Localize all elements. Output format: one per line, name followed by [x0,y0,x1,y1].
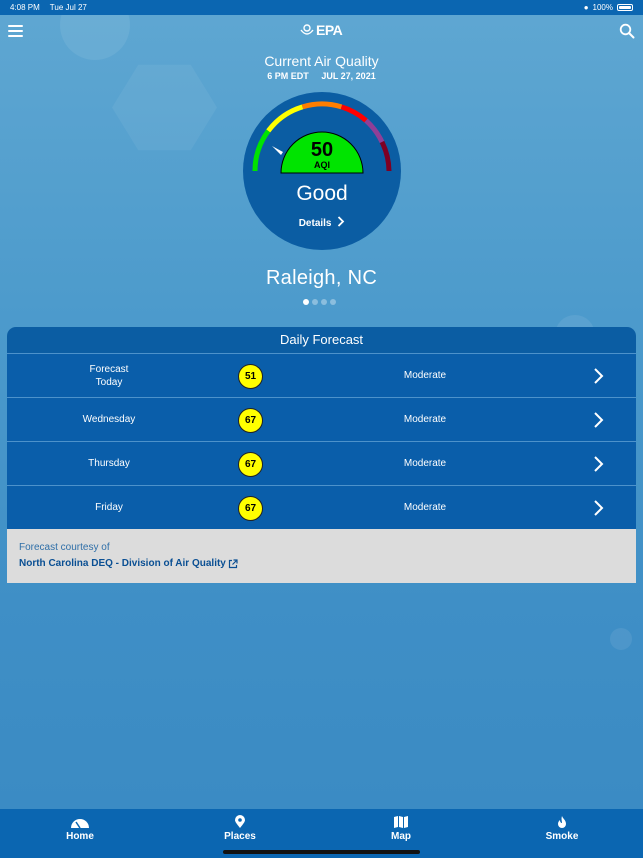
forecast-day: Forecast Today [89,363,129,388]
aqi-badge: 51 [238,364,263,389]
aqi-category: Good [296,182,348,205]
epa-logo: EPA [300,22,343,38]
page-dot[interactable] [303,299,309,305]
forecast-day: Friday [95,502,123,513]
aqi-value: 50 [311,139,333,161]
gauge-icon [71,819,89,829]
forecast-day: Wednesday [82,414,136,425]
wifi-icon: ● [583,3,589,12]
tab-home[interactable]: Home [30,809,130,858]
tab-label: Map [391,831,411,842]
status-date: Tue Jul 27 [49,3,87,12]
forecast-category: Moderate [403,458,447,469]
observation-time: 6 PM EDT JUL 27, 2021 [0,71,643,81]
epa-flower-icon [300,23,314,35]
forecast-row[interactable]: Wednesday 67 Moderate [7,397,636,441]
hamburger-menu-icon[interactable] [8,25,23,37]
search-icon[interactable] [619,23,635,39]
courtesy-label: Forecast courtesy of [19,542,110,553]
map-pin-icon [235,815,245,828]
home-indicator[interactable] [223,850,420,854]
chevron-right-icon [594,456,604,472]
observation-date: JUL 27, 2021 [321,71,376,81]
chevron-right-icon [594,500,604,516]
chevron-right-icon [594,412,604,428]
chevron-right-icon [338,216,345,227]
tab-label: Smoke [545,831,579,842]
page-dot[interactable] [312,299,318,305]
daily-forecast-panel: Daily Forecast Forecast Today 51 Moderat… [7,327,636,583]
aqi-label: AQI [314,160,330,170]
details-label: Details [298,218,332,229]
forecast-category: Moderate [403,370,447,381]
forecast-row[interactable]: Forecast Today 51 Moderate [7,353,636,397]
tab-smoke[interactable]: Smoke [512,809,612,858]
tab-label: Places [224,831,256,842]
status-time: 4:08 PM [10,3,40,12]
logo-text: EPA [316,22,343,38]
courtesy-source-name: North Carolina DEQ - Division of Air Qua… [19,558,226,569]
forecast-category: Moderate [403,502,447,513]
page-dot[interactable] [330,299,336,305]
forecast-title: Daily Forecast [7,327,636,353]
battery-percent: 100% [592,3,613,12]
status-bar: 4:08 PM Tue Jul 27 ● 100% [0,0,643,15]
forecast-category: Moderate [403,414,447,425]
battery-icon [617,4,633,11]
map-icon [394,816,408,828]
current-air-quality-title: Current Air Quality [264,53,379,69]
aqi-badge: 67 [238,452,263,477]
background-bokeh [610,628,632,650]
observation-hour: 6 PM EDT [267,71,309,81]
aqi-badge: 67 [238,496,263,521]
page-dot[interactable] [321,299,327,305]
tab-label: Home [66,831,94,842]
location-name: Raleigh, NC [265,267,378,289]
external-link-icon [228,558,238,568]
page-indicator[interactable] [303,299,336,305]
top-bar: EPA [0,15,643,47]
details-link[interactable]: Details [243,216,401,229]
forecast-row[interactable]: Friday 67 Moderate [7,485,636,529]
courtesy-source-link[interactable]: North Carolina DEQ - Division of Air Qua… [19,558,238,569]
fire-icon [558,816,566,828]
forecast-row[interactable]: Thursday 67 Moderate [7,441,636,485]
forecast-courtesy: Forecast courtesy of North Carolina DEQ … [7,529,636,583]
aqi-badge: 67 [238,408,263,433]
forecast-day: Thursday [88,458,130,469]
chevron-right-icon [594,368,604,384]
